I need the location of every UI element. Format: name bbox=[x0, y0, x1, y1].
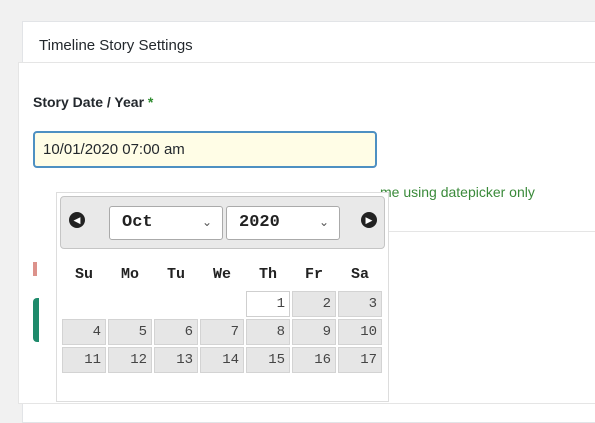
month-select[interactable]: Oct ⌄ bbox=[109, 206, 223, 240]
calendar-day[interactable]: 4 bbox=[62, 319, 106, 345]
chevron-down-icon: ⌄ bbox=[201, 216, 212, 230]
weekday-header: Sa bbox=[350, 265, 369, 283]
calendar-day[interactable]: 13 bbox=[154, 347, 198, 373]
calendar-day[interactable]: 15 bbox=[246, 347, 290, 373]
chevron-down-icon: ⌄ bbox=[318, 216, 329, 230]
next-month-icon[interactable]: ▶ bbox=[361, 212, 377, 228]
calendar-day[interactable]: 17 bbox=[338, 347, 382, 373]
year-select[interactable]: 2020 ⌄ bbox=[226, 206, 340, 240]
calendar-week-row: 1 2 3 bbox=[62, 291, 382, 317]
calendar-day[interactable]: 9 bbox=[292, 319, 336, 345]
calendar-grid: Su Mo Tu We Th Fr Sa 1 2 3 4 5 6 7 8 9 1… bbox=[60, 257, 384, 375]
prev-month-icon[interactable]: ◀ bbox=[69, 212, 85, 228]
weekday-header: Mo bbox=[120, 265, 139, 283]
calendar-day[interactable]: 3 bbox=[338, 291, 382, 317]
date-help-text: me using datepicker only bbox=[380, 184, 535, 200]
calendar-week-row: 4 5 6 7 8 9 10 bbox=[62, 319, 382, 345]
calendar-day[interactable]: 7 bbox=[200, 319, 244, 345]
empty-day-cell bbox=[108, 291, 152, 317]
calendar-day[interactable]: 10 bbox=[338, 319, 382, 345]
weekday-header: Su bbox=[74, 265, 93, 283]
calendar-day[interactable]: 8 bbox=[246, 319, 290, 345]
story-date-input[interactable]: 10/01/2020 07:00 am bbox=[33, 131, 377, 168]
calendar-day[interactable]: 6 bbox=[154, 319, 198, 345]
calendar-day[interactable]: 12 bbox=[108, 347, 152, 373]
empty-day-cell bbox=[154, 291, 198, 317]
weekday-header: We bbox=[212, 265, 231, 283]
year-select-value: 2020 bbox=[239, 213, 280, 232]
weekday-header: Fr bbox=[304, 265, 323, 283]
datepicker-popup: ◀ Oct ⌄ 2020 ⌄ ▶ Su Mo Tu We Th Fr Sa 1 … bbox=[56, 192, 389, 402]
story-date-input-value: 10/01/2020 07:00 am bbox=[43, 141, 185, 158]
calendar-day[interactable]: 2 bbox=[292, 291, 336, 317]
weekday-header: Th bbox=[258, 265, 277, 283]
calendar-day[interactable]: 16 bbox=[292, 347, 336, 373]
panel-title: Timeline Story Settings bbox=[39, 37, 193, 54]
empty-day-cell bbox=[62, 291, 106, 317]
calendar-week-row: 11 12 13 14 15 16 17 bbox=[62, 347, 382, 373]
calendar-day[interactable]: 5 bbox=[108, 319, 152, 345]
empty-day-cell bbox=[200, 291, 244, 317]
required-mark: * bbox=[147, 94, 154, 110]
story-date-label-text: Story Date / Year bbox=[33, 94, 145, 110]
weekday-header-row: Su Mo Tu We Th Fr Sa bbox=[62, 259, 382, 289]
obscured-button-fragment[interactable] bbox=[33, 298, 39, 342]
weekday-header: Tu bbox=[166, 265, 185, 283]
obscured-label-fragment bbox=[33, 262, 37, 276]
calendar-day[interactable]: 11 bbox=[62, 347, 106, 373]
field-separator bbox=[375, 231, 595, 232]
story-date-label: Story Date / Year * bbox=[33, 94, 153, 110]
calendar-day-today[interactable]: 1 bbox=[246, 291, 290, 317]
datepicker-header: ◀ Oct ⌄ 2020 ⌄ ▶ bbox=[60, 196, 385, 249]
calendar-day[interactable]: 14 bbox=[200, 347, 244, 373]
month-select-value: Oct bbox=[122, 213, 153, 232]
